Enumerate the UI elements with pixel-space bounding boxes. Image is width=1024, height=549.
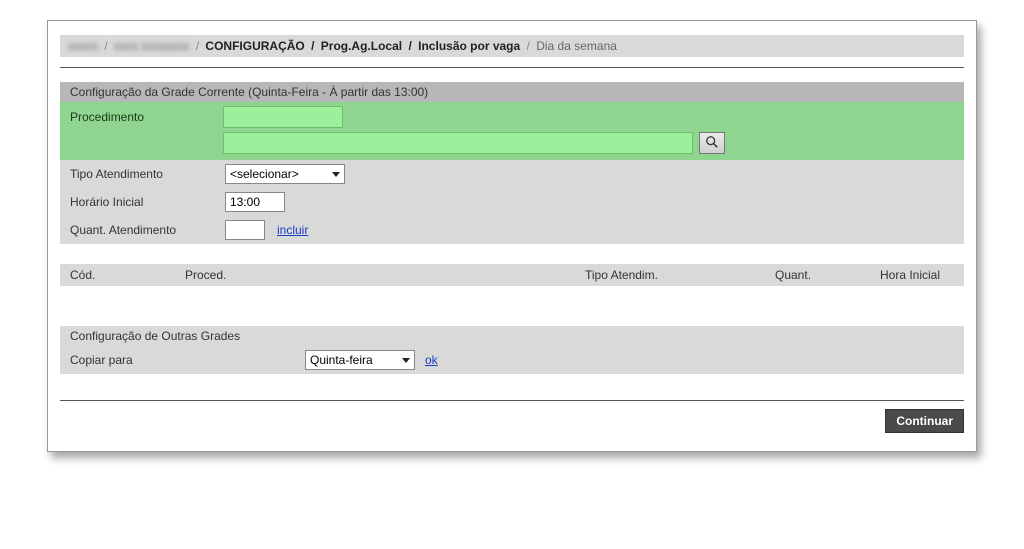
section-outras-grades-title: Configuração de Outras Grades — [60, 326, 964, 346]
th-proced: Proced. — [175, 268, 575, 282]
divider — [60, 67, 964, 68]
continuar-button[interactable]: Continuar — [885, 409, 964, 433]
tipo-atendimento-row: Tipo Atendimento <selecionar> — [60, 160, 964, 188]
breadcrumb-configuracao: CONFIGURAÇÃO — [205, 39, 304, 53]
quant-atend-input[interactable] — [225, 220, 265, 240]
th-tipo: Tipo Atendim. — [575, 268, 765, 282]
tipo-atendimento-select[interactable]: <selecionar> — [225, 164, 345, 184]
copiar-para-label: Copiar para — [70, 353, 295, 367]
breadcrumb-dia: Dia da semana — [536, 39, 617, 53]
breadcrumb-sep: / — [311, 39, 314, 53]
th-hora: Hora Inicial — [870, 268, 964, 282]
procedimento-row: Procedimento — [60, 102, 964, 160]
procedimento-search-button[interactable] — [699, 132, 725, 154]
breadcrumb: xxxxx / xxxx xxxxxxxx / CONFIGURAÇÃO / P… — [60, 35, 964, 57]
footer: Continuar — [60, 400, 964, 433]
horario-inicial-input[interactable] — [225, 192, 285, 212]
copiar-para-row: Copiar para Quinta-feira ok — [60, 346, 964, 374]
main-panel: xxxxx / xxxx xxxxxxxx / CONFIGURAÇÃO / P… — [47, 20, 977, 452]
tipo-atendimento-label: Tipo Atendimento — [70, 167, 225, 181]
procedimento-label: Procedimento — [70, 106, 215, 124]
breadcrumb-sep: / — [104, 39, 107, 53]
copiar-para-select[interactable]: Quinta-feira — [305, 350, 415, 370]
th-cod: Cód. — [60, 268, 175, 282]
breadcrumb-sep: / — [408, 39, 411, 53]
breadcrumb-inclusao: Inclusão por vaga — [418, 39, 520, 53]
procedimento-code-input[interactable] — [223, 106, 343, 128]
procedimento-desc-input[interactable] — [223, 132, 693, 154]
horario-inicial-row: Horário Inicial — [60, 188, 964, 216]
breadcrumb-sep: / — [196, 39, 199, 53]
breadcrumb-prog: Prog.Ag.Local — [321, 39, 402, 53]
horario-inicial-label: Horário Inicial — [70, 195, 225, 209]
section-grade-corrente-title: Configuração da Grade Corrente (Quinta-F… — [60, 82, 964, 102]
quant-atend-label: Quant. Atendimento — [70, 223, 225, 237]
table-header: Cód. Proced. Tipo Atendim. Quant. Hora I… — [60, 264, 964, 286]
breadcrumb-sep: / — [527, 39, 530, 53]
incluir-link[interactable]: incluir — [277, 223, 308, 237]
th-quant: Quant. — [765, 268, 870, 282]
breadcrumb-blur-2: xxxx xxxxxxxx — [114, 39, 189, 53]
ok-link[interactable]: ok — [425, 353, 438, 367]
quant-atend-row: Quant. Atendimento incluir — [60, 216, 964, 244]
breadcrumb-blur-1: xxxxx — [68, 39, 98, 53]
search-icon — [705, 135, 719, 152]
